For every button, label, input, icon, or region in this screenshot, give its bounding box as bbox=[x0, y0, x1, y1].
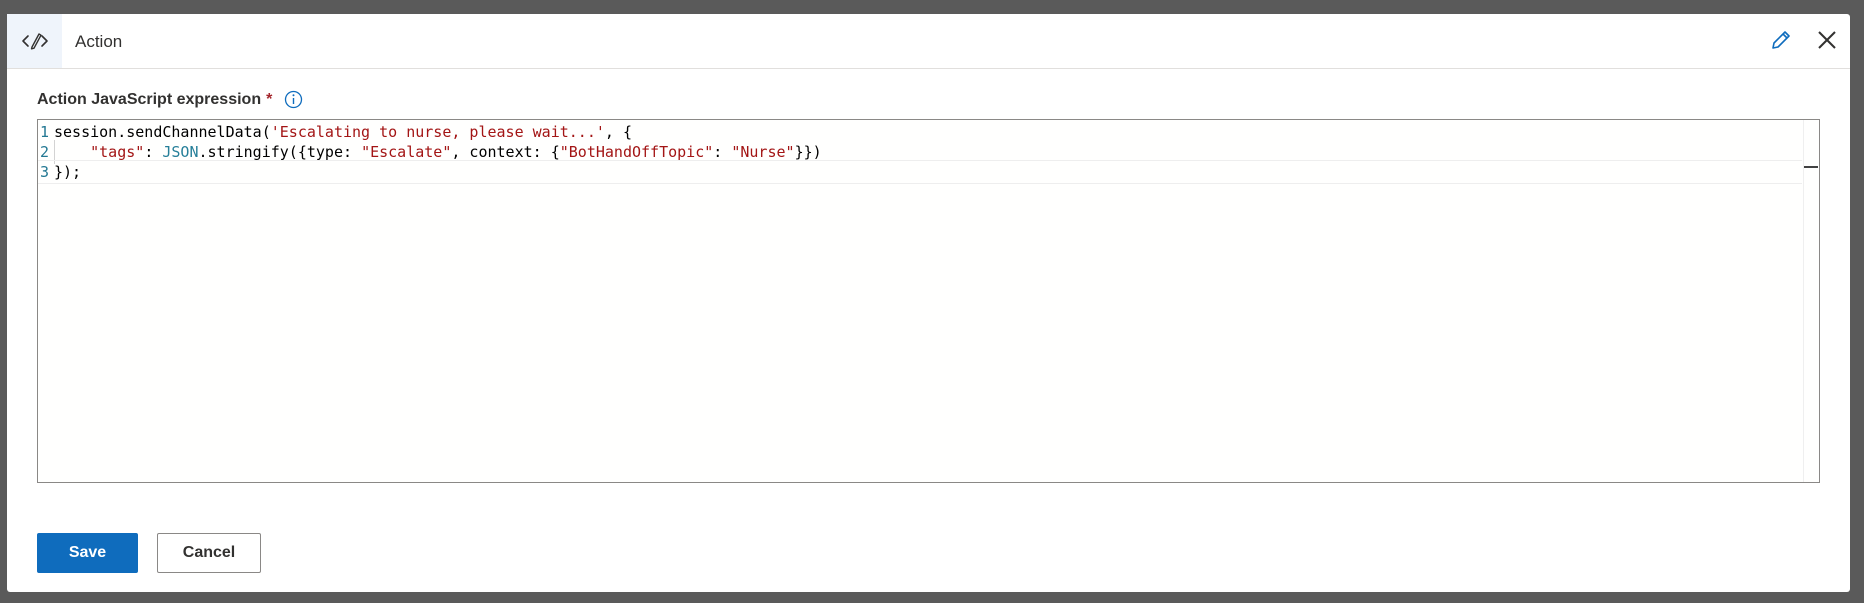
code-edit-icon bbox=[7, 14, 62, 68]
info-icon[interactable] bbox=[284, 90, 303, 109]
code-token: }}) bbox=[794, 143, 822, 161]
code-token: "tags" bbox=[90, 143, 145, 161]
action-dialog: Action Action JavaScript expression * 1 … bbox=[7, 14, 1850, 592]
code-token: session.sendChannelData( bbox=[54, 123, 271, 141]
save-button[interactable]: Save bbox=[37, 533, 138, 573]
line-number: 3 bbox=[40, 163, 50, 181]
dialog-title: Action bbox=[75, 32, 123, 51]
close-button[interactable] bbox=[1813, 28, 1841, 56]
code-token: "Nurse" bbox=[731, 143, 795, 161]
cursor-position-marker bbox=[1804, 166, 1818, 168]
edit-button[interactable] bbox=[1767, 28, 1795, 56]
code-text: }); bbox=[54, 161, 81, 183]
code-token: "Escalate" bbox=[361, 143, 452, 161]
field-label: Action JavaScript expression * bbox=[37, 90, 303, 109]
code-token: , context: { bbox=[451, 143, 560, 161]
code-token: : bbox=[713, 143, 732, 161]
code-token: "BotHandOffTopic" bbox=[559, 143, 714, 161]
field-label-text: Action JavaScript expression bbox=[37, 90, 262, 108]
code-token: }); bbox=[54, 163, 82, 181]
dialog-header: Action bbox=[7, 14, 1850, 69]
code-token: : bbox=[144, 143, 163, 161]
code-token: .stringify({type: bbox=[198, 143, 362, 161]
code-token: 'Escalating to nurse, please wait...' bbox=[270, 123, 605, 141]
editor-scrollbar[interactable] bbox=[1803, 120, 1819, 482]
cancel-button[interactable]: Cancel bbox=[157, 533, 261, 573]
pencil-icon bbox=[1770, 29, 1792, 56]
code-token: , { bbox=[604, 123, 632, 141]
code-token: JSON bbox=[162, 143, 199, 161]
code-editor[interactable]: 1 session.sendChannelData('Escalating to … bbox=[37, 119, 1820, 483]
required-marker: * bbox=[266, 90, 273, 108]
editor-line[interactable]: 3}); bbox=[38, 160, 1802, 184]
close-icon bbox=[1816, 29, 1838, 56]
